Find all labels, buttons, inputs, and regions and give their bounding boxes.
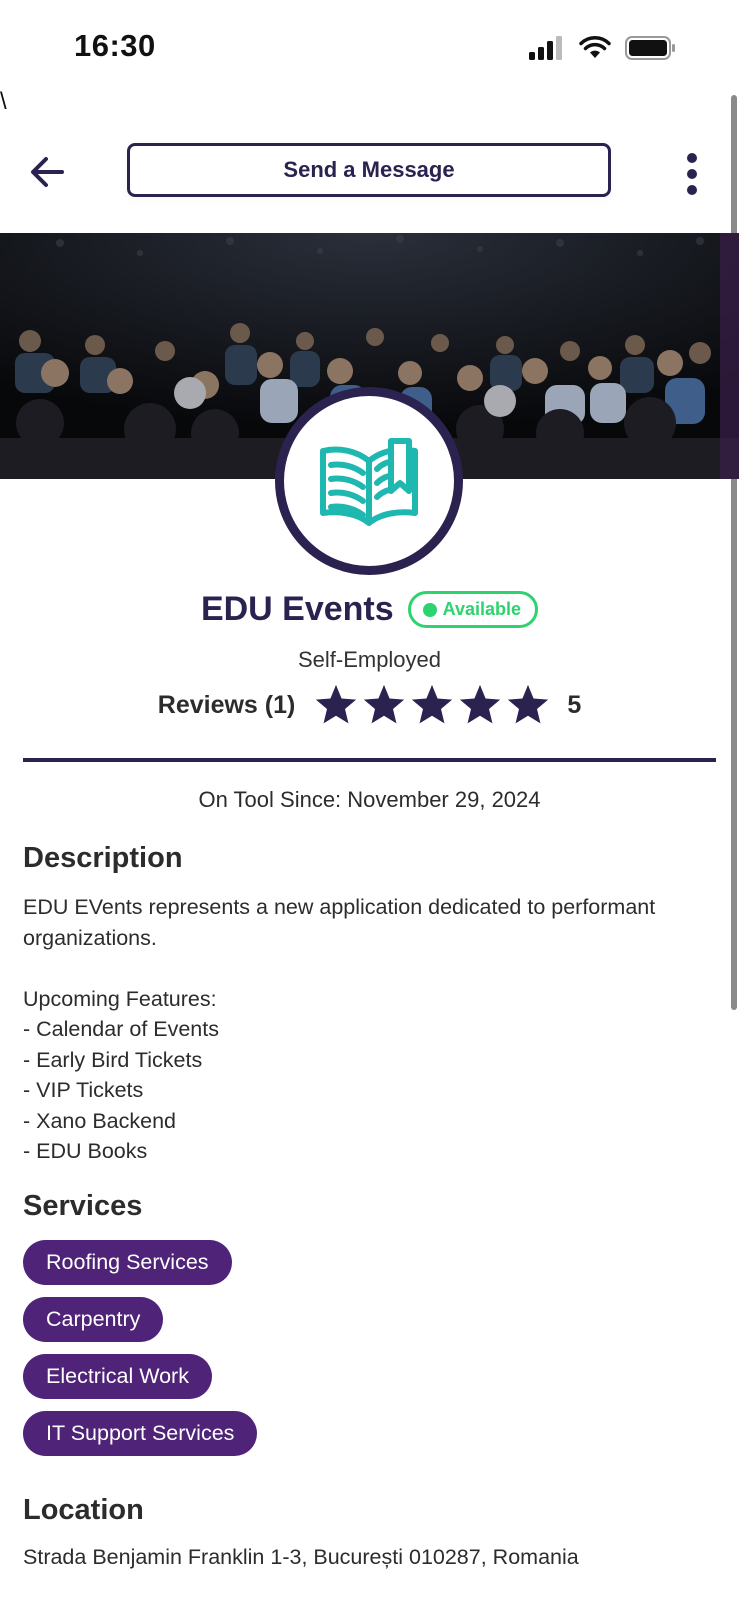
location-title: Location [23, 1494, 144, 1526]
reviews-label[interactable]: Reviews (1) [158, 691, 296, 720]
star-icon [508, 684, 549, 724]
open-book-bookmark-icon [320, 438, 418, 526]
cellular-signal-icon [529, 36, 562, 60]
profile-name: EDU Events [200, 590, 394, 628]
service-chip[interactable]: Electrical Work [23, 1354, 212, 1399]
description-text: EDU EVents represents a new application … [23, 895, 656, 1163]
employment-type: Self-Employed [297, 647, 442, 672]
profile-name-row: EDU Events Available [0, 590, 739, 629]
stray-backslash-text: \ [0, 88, 7, 115]
rating-stars [313, 682, 551, 728]
rating-value: 5 [567, 690, 582, 719]
divider [23, 758, 716, 762]
send-message-button[interactable]: Send a Message [127, 143, 611, 197]
star-icon [316, 684, 357, 724]
battery-icon [625, 36, 675, 60]
services-title: Services [23, 1190, 143, 1222]
description-title: Description [23, 842, 183, 874]
status-dot-icon [422, 602, 437, 617]
location-address: Strada Benjamin Franklin 1-3, București … [23, 1545, 579, 1569]
back-arrow-icon[interactable] [26, 150, 70, 194]
availability-label: Available [442, 599, 522, 619]
profile-logo [275, 387, 463, 575]
status-time: 16:30 [74, 28, 156, 63]
service-chip[interactable]: IT Support Services [23, 1411, 258, 1456]
availability-badge: Available [407, 591, 539, 628]
services-list: Roofing Services Carpentry Electrical Wo… [23, 1240, 258, 1456]
star-icon [460, 684, 501, 724]
star-icon [412, 684, 453, 724]
reviews-row[interactable]: Reviews (1) 5 [0, 682, 739, 728]
service-chip[interactable]: Roofing Services [23, 1240, 232, 1285]
service-chip[interactable]: Carpentry [23, 1297, 164, 1342]
more-vertical-icon[interactable] [682, 152, 702, 196]
member-since: On Tool Since: November 29, 2024 [198, 787, 541, 812]
status-icons [529, 36, 677, 60]
top-action-bar: Send a Message [0, 140, 739, 202]
star-icon [364, 684, 405, 724]
wifi-icon [579, 36, 611, 58]
